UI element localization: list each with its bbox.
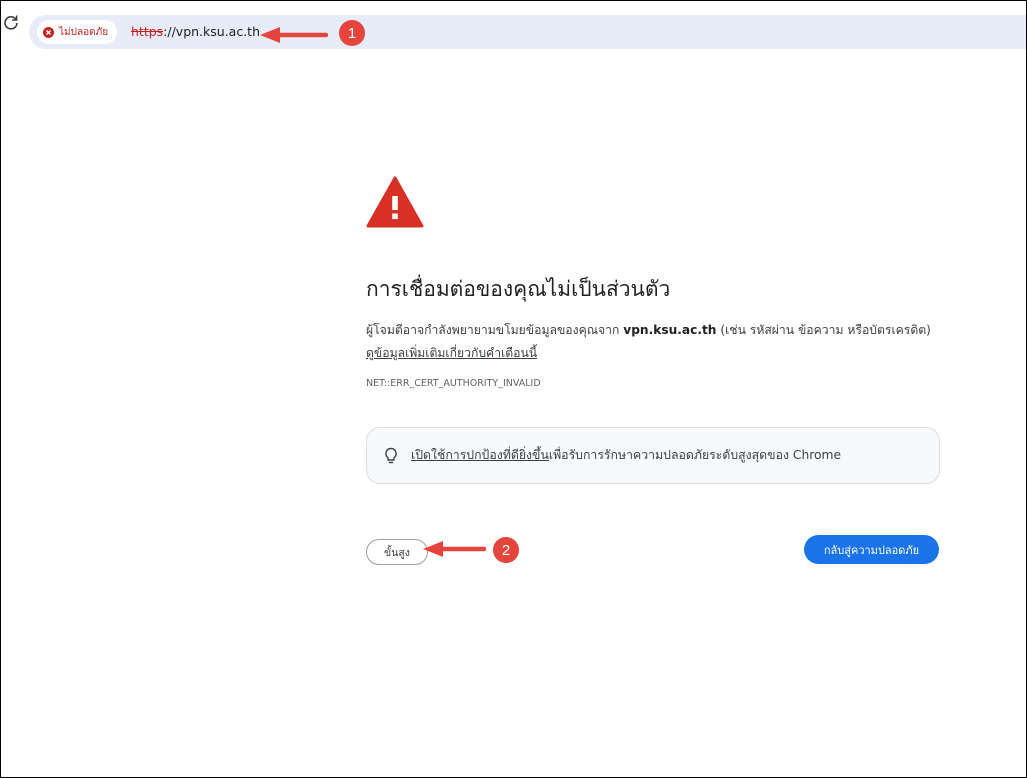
enhanced-protection-desc: เพื่อรับการรักษาความปลอดภัยระดับสูงสุดขอ… <box>548 448 842 462</box>
url-host: ://vpn.ksu.ac.th <box>163 24 261 39</box>
lightbulb-icon <box>385 447 397 463</box>
url-text[interactable]: https://vpn.ksu.ac.th <box>131 24 260 39</box>
back-to-safety-button[interactable]: กลับสู่ความปลอดภัย <box>804 535 939 564</box>
annotation-marker-1: 1 <box>339 20 365 46</box>
enhanced-protection-box: เปิดใช้การปกป้องที่ดียิ่งขึ้นเพื่อรับการ… <box>366 427 940 484</box>
advanced-button[interactable]: ขั้นสูง <box>366 539 428 565</box>
url-scheme: https <box>131 24 164 39</box>
browser-toolbar: ไม่ปลอดภัย https://vpn.ksu.ac.th <box>1 1 1026 49</box>
learn-more-link[interactable]: ดูข้อมูลเพิ่มเติมเกี่ยวกับคำเตือนนี้ <box>366 346 537 360</box>
desc-host: vpn.ksu.ac.th <box>623 323 717 337</box>
enhanced-protection-link[interactable]: เปิดใช้การปกป้องที่ดียิ่งขึ้น <box>411 448 549 462</box>
desc-prefix: ผู้โจมตีอาจกำลังพยายามขโมยข้อมูลของคุณจา… <box>366 323 624 337</box>
annotation-arrow-1 <box>260 27 328 43</box>
security-chip[interactable]: ไม่ปลอดภัย <box>37 20 118 44</box>
warning-description: ผู้โจมตีอาจกำลังพยายามขโมยข้อมูลของคุณจา… <box>366 319 940 365</box>
enhanced-protection-text: เปิดใช้การปกป้องที่ดียิ่งขึ้นเพื่อรับการ… <box>411 446 841 465</box>
annotation-marker-2: 2 <box>493 537 519 563</box>
screenshot-frame <box>0 0 1027 778</box>
security-chip-label: ไม่ปลอดภัย <box>59 26 109 38</box>
reload-icon[interactable] <box>3 14 19 30</box>
desc-suffix: (เช่น รหัสผ่าน ข้อความ หรือบัตรเครดิต) <box>716 323 931 337</box>
error-icon <box>43 26 54 38</box>
page-title: การเชื่อมต่อของคุณไม่เป็นส่วนตัว <box>366 277 671 301</box>
error-code: NET::ERR_CERT_AUTHORITY_INVALID <box>366 378 541 389</box>
address-bar[interactable]: ไม่ปลอดภัย https://vpn.ksu.ac.th <box>29 15 1026 49</box>
annotation-arrow-2 <box>423 541 486 557</box>
warning-triangle-icon <box>366 176 424 228</box>
